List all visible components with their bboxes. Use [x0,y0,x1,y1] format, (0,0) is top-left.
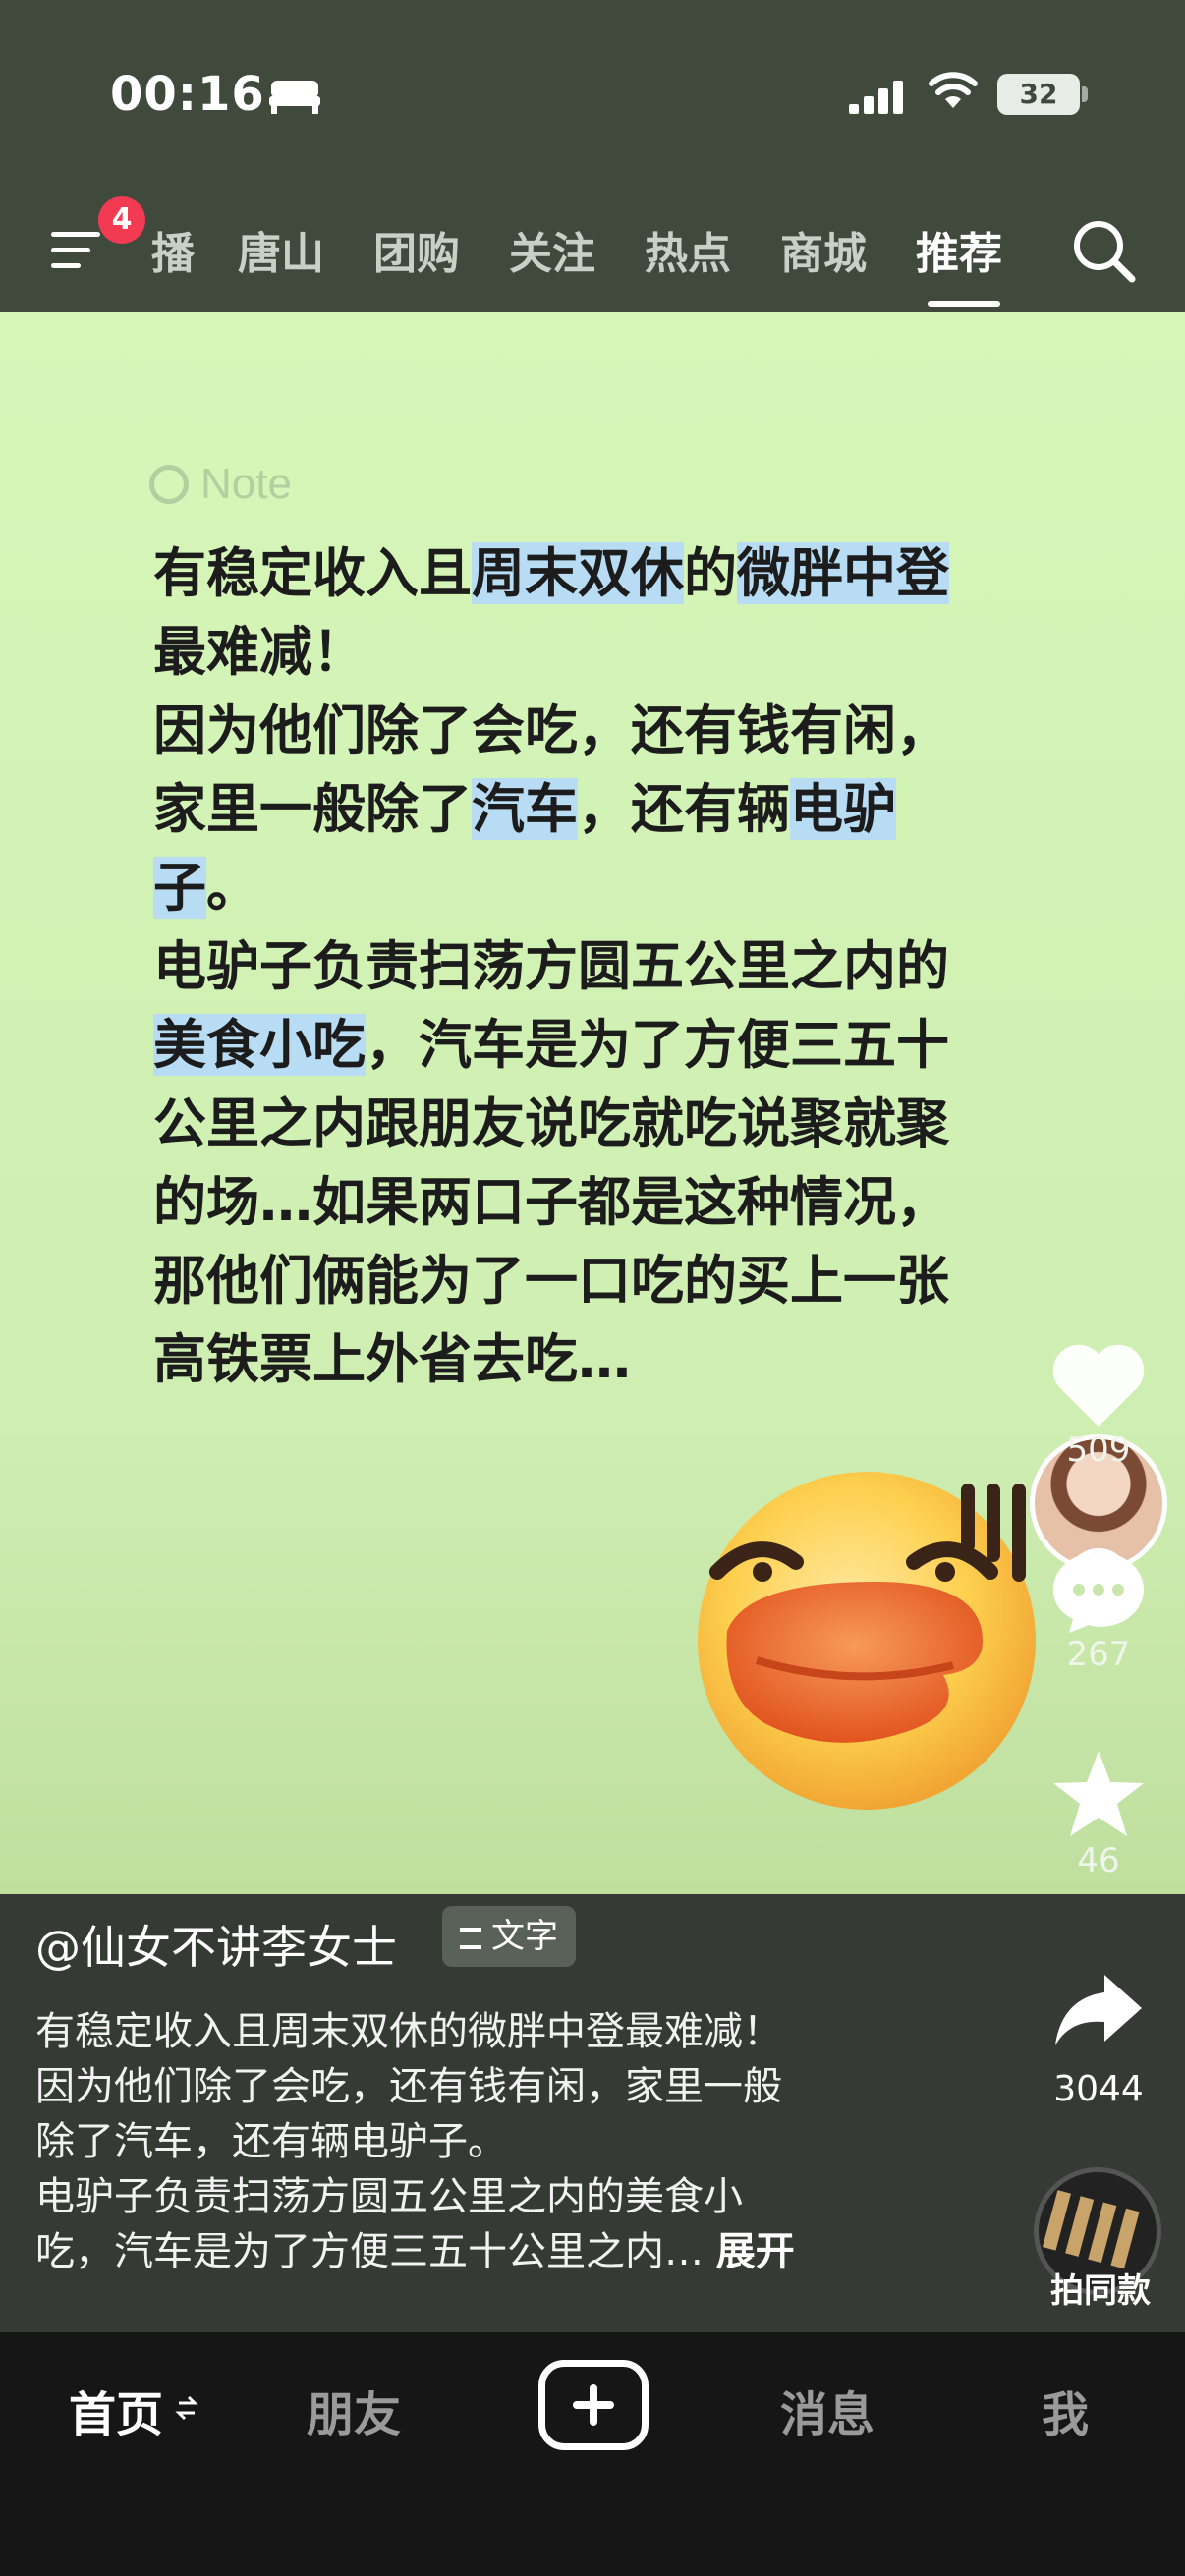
tab-group-buy[interactable]: 团购 [373,218,460,281]
tab-mall[interactable]: 商城 [780,218,867,281]
desc-line: 除了汽车，还有辆电驴子。 [35,2119,507,2164]
notification-badge: 4 [98,196,145,244]
author-name[interactable]: @仙女不讲李女士 [35,1912,397,1977]
content-type-chip[interactable]: 文字 [442,1906,576,1967]
bed-icon [269,81,320,114]
like-count: 509 [1066,1430,1131,1470]
tab-home[interactable]: 首页 [69,2376,163,2444]
body-line: 电驴子负责扫荡方圆五公里之内的 [153,935,949,997]
highlight: 汽车 [472,778,578,840]
body-line: 高铁票上外省去吃… [153,1328,631,1390]
note-tag: Note [149,460,292,509]
tab-me[interactable]: 我 [1042,2376,1089,2444]
favorite-button[interactable]: 46 [1042,1747,1156,1880]
body-line: 家里一般除了汽车，还有辆电驴 [153,778,896,840]
body-line: 那他们俩能为了一口吃的买上一张 [153,1250,949,1312]
body-line: 公里之内跟朋友说吃就吃说聚就聚 [153,1092,949,1154]
status-time: 00:16 [110,67,265,122]
highlight: 微胖中登 [737,542,949,604]
tab-local[interactable]: 唐山 [238,218,324,281]
wifi-icon [929,72,978,108]
swap-arrows-icon[interactable] [175,2393,198,2423]
status-bar: 00:16 32 [0,59,1185,138]
circle-icon [149,465,189,504]
post-info-panel: @仙女不讲李女士 文字 有稳定收入且周末双休的微胖中登最难减！ 因为他们除了会吃… [0,1894,1185,2332]
desc-line: 因为他们除了会吃，还有钱有闲，家里一般 [35,2064,782,2109]
post-body-text: 有稳定收入且周末双休的微胖中登 最难减！ 因为他们除了会吃，还有钱有闲， 家里一… [153,534,1018,1399]
note-tag-label: Note [200,460,292,508]
tab-following[interactable]: 关注 [509,218,595,281]
star-icon [1053,1751,1144,1836]
body-line: 子。 [153,857,259,919]
body-line: 因为他们除了会吃，还有钱有闲， [153,700,949,761]
tab-messages[interactable]: 消息 [780,2376,875,2444]
comment-button[interactable]: 267 [1042,1546,1156,1674]
bottom-tab-bar: 首页 朋友 消息 我 [0,2332,1185,2576]
share-icon[interactable] [1051,1969,1146,2051]
desc-line: 有稳定收入且周末双休的微胖中登最难减！ [35,2009,782,2054]
tab-trending[interactable]: 热点 [645,218,731,281]
text-icon [460,1928,481,1949]
body-line: 美食小吃，汽车是为了方便三五十 [153,1014,949,1076]
post-content[interactable]: Note 有稳定收入且周末双休的微胖中登 最难减！ 因为他们除了会吃，还有钱有闲… [0,312,1185,1894]
search-icon[interactable] [1069,216,1138,285]
signal-icon [849,81,903,114]
comment-icon [1053,1552,1144,1633]
highlight: 子 [153,857,206,919]
content-type-label: 文字 [491,1917,558,1956]
active-tab-indicator [928,301,1000,307]
body-line: 的场…如果两口子都是这种情况， [153,1171,949,1233]
same-style-label[interactable]: 拍同款 [1022,2264,1179,2312]
heart-icon [1052,1344,1145,1427]
battery-icon: 32 [997,74,1080,115]
share-count: 3044 [1053,2069,1144,2109]
favorite-count: 46 [1077,1841,1120,1880]
desc-line: 吃，汽车是为了方便三五十公里之内… 展开 [35,2224,920,2279]
top-header: 00:16 32 4 播 唐山 团购 关注 热点 商城 推荐 [0,0,1185,312]
desc-line-text: 吃，汽车是为了方便三五十公里之内… [35,2229,716,2274]
pouting-duck-emoji [698,1472,1036,1810]
like-button[interactable]: 509 [1042,1342,1156,1470]
expand-button[interactable]: 展开 [716,2229,795,2274]
body-line: 有稳定收入且周末双休的微胖中登 [153,542,949,604]
highlight: 电驴 [790,778,896,840]
highlight: 周末双休 [472,542,684,604]
tab-friends[interactable]: 朋友 [307,2376,401,2444]
tab-recommend[interactable]: 推荐 [916,218,1002,281]
highlight: 美食小吃 [153,1014,366,1076]
comment-count: 267 [1066,1635,1131,1674]
plus-icon [573,2384,614,2426]
desc-line: 电驴子负责扫荡方圆五公里之内的美食小 [35,2174,743,2219]
tab-live[interactable]: 播 [151,218,195,281]
body-line: 最难减！ [153,621,366,683]
battery-tip [1082,86,1088,102]
create-button[interactable] [538,2360,649,2450]
top-nav: 4 播 唐山 团购 关注 热点 商城 推荐 [0,196,1185,307]
post-description[interactable]: 有稳定收入且周末双休的微胖中登最难减！ 因为他们除了会吃，还有钱有闲，家里一般 … [35,2004,920,2279]
